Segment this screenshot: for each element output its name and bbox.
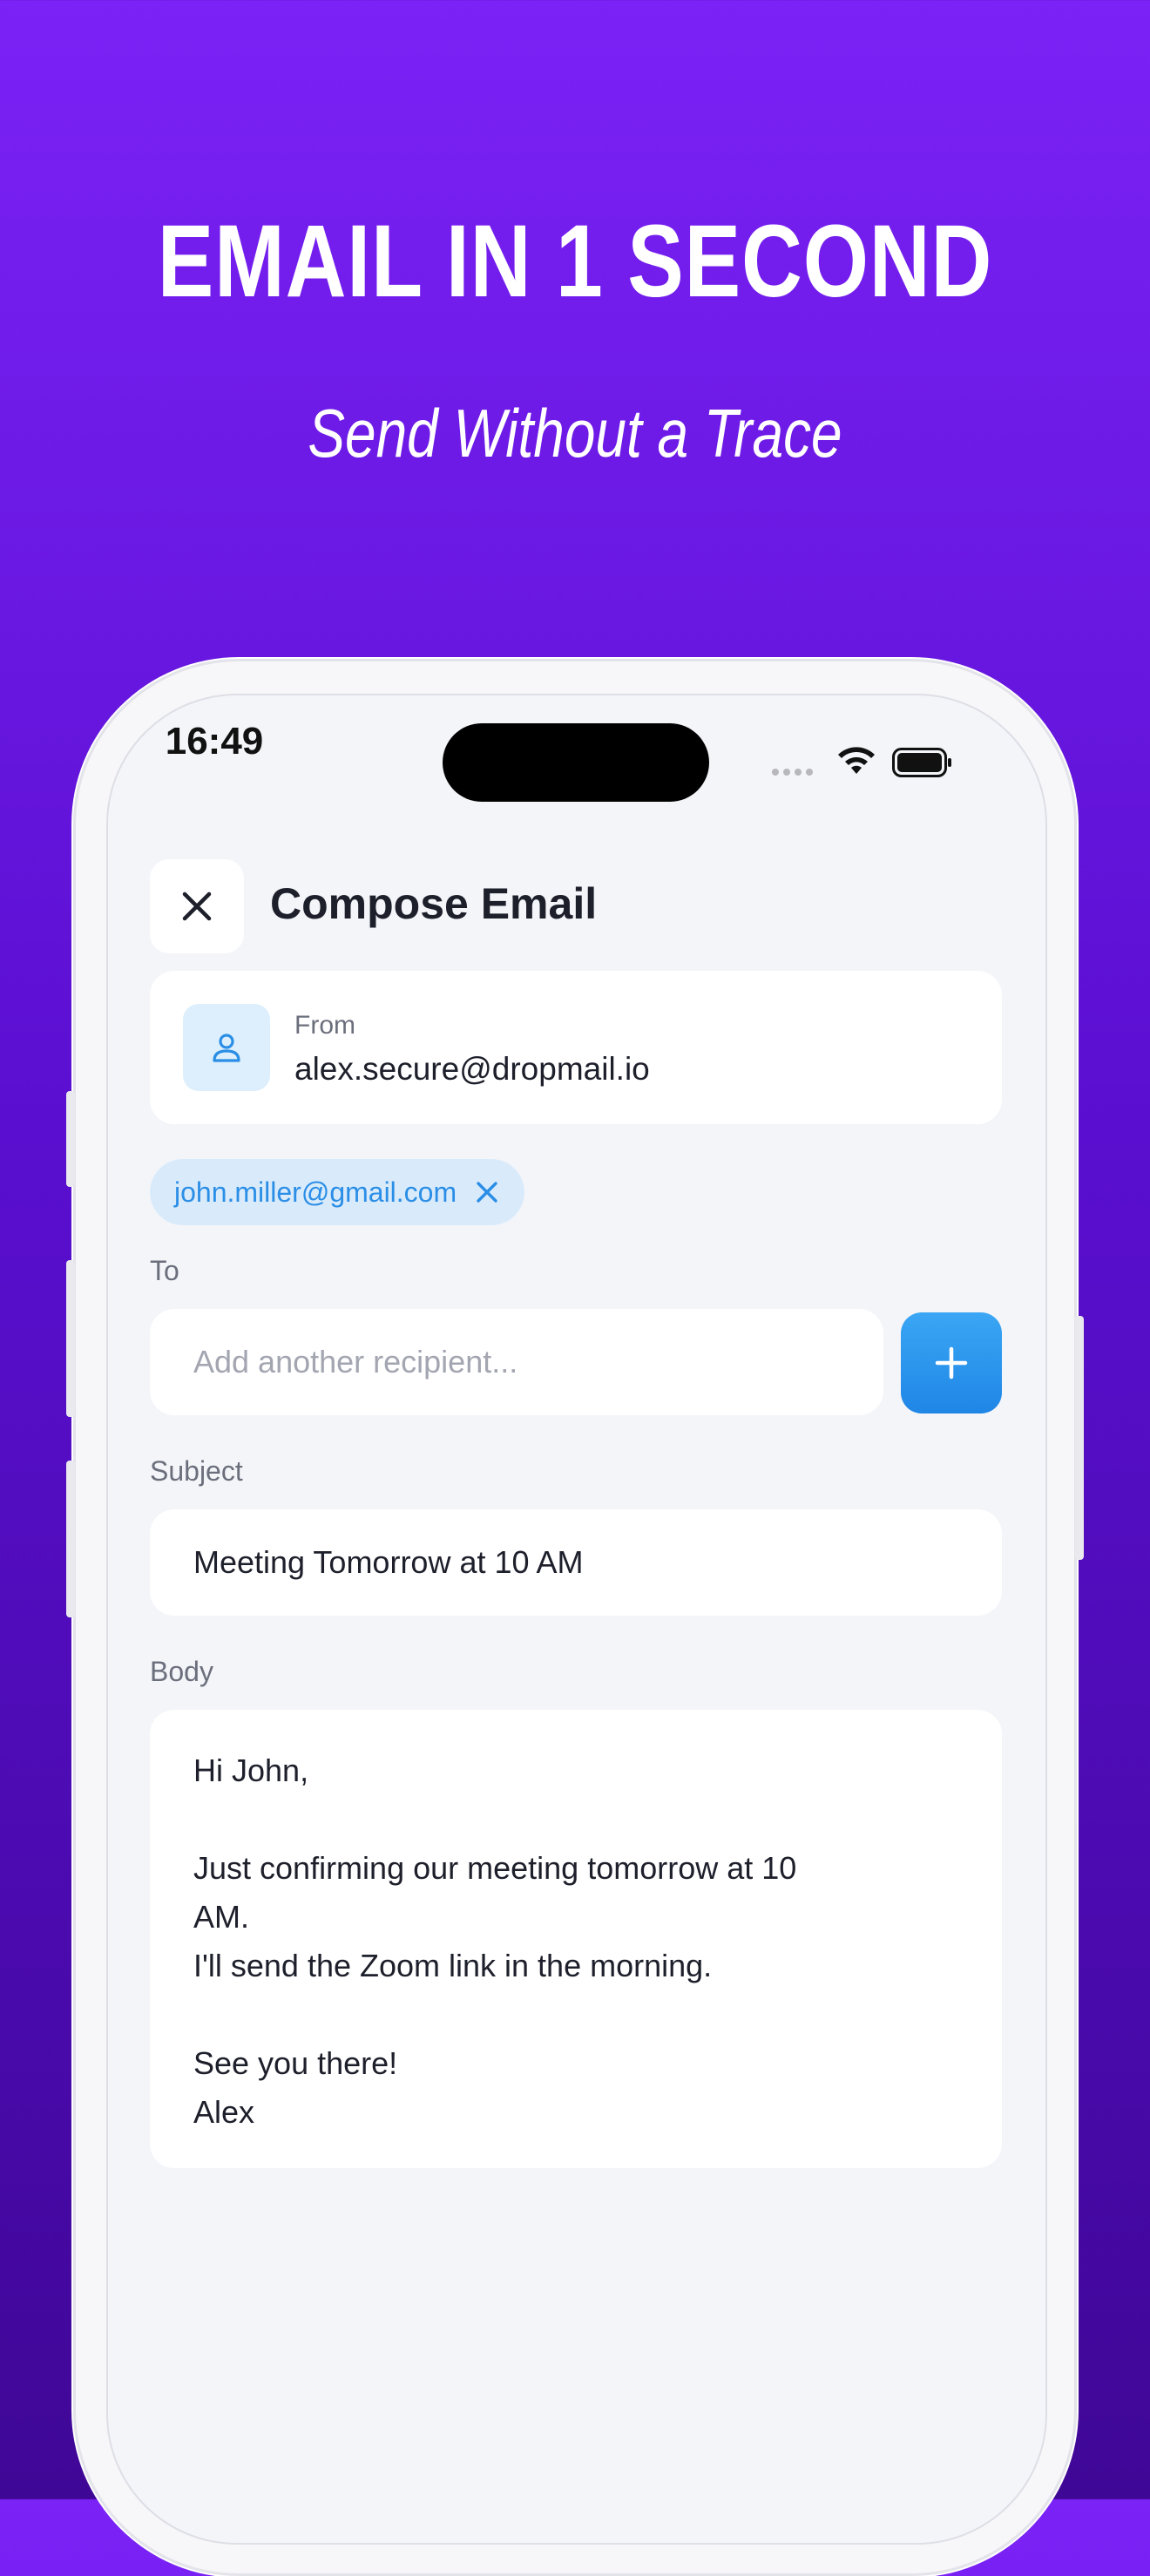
promo-headline: EMAIL IN 1 SECOND [157,204,993,319]
body-line: AM. [193,1899,250,1935]
recipient-input-placeholder: Add another recipient... [193,1344,518,1380]
dynamic-island [443,723,709,802]
phone-side-button [66,1260,75,1417]
close-button[interactable] [150,859,244,953]
from-card: From alex.secure@dropmail.io [150,971,1002,1124]
page-title: Compose Email [270,879,598,928]
add-recipient-button[interactable] [901,1312,1002,1413]
promo-subheadline: Send Without a Trace [308,395,842,471]
phone-side-button [66,1091,75,1187]
plus-icon [935,1346,968,1380]
recipient-chip[interactable]: john.miller@gmail.com [150,1159,525,1225]
from-address: alex.secure@dropmail.io [294,1051,650,1087]
battery-icon [892,748,951,777]
subject-input[interactable]: Meeting Tomorrow at 10 AM [150,1509,1002,1616]
body-line: I'll send the Zoom link in the morning. [193,1948,713,1983]
phone-side-button [66,1461,75,1617]
body-line [193,1990,958,2039]
close-icon[interactable] [476,1181,498,1203]
body-line: See you there! [193,2045,398,2081]
body-textarea[interactable]: Hi John, Just confirming our meeting tom… [150,1710,1002,2168]
wifi-icon [838,747,875,774]
recipient-input[interactable]: Add another recipient... [150,1309,883,1415]
cellular-signal-icon [772,769,813,776]
close-icon [182,891,212,921]
body-label: Body [150,1656,213,1687]
to-label: To [150,1255,179,1286]
body-line: Alex [193,2094,255,2130]
subject-label: Subject [150,1455,243,1487]
body-line: Hi John, [193,1752,309,1788]
subject-value: Meeting Tomorrow at 10 AM [193,1544,584,1580]
from-label: From [294,1011,355,1040]
sender-avatar [183,1004,270,1091]
body-line: Just confirming our meeting tomorrow at … [193,1850,797,1886]
user-icon [213,1034,240,1062]
status-time: 16:49 [165,720,264,763]
body-line [193,1795,958,1844]
recipient-chip-label: john.miller@gmail.com [174,1176,457,1208]
phone-side-button [1075,1316,1084,1560]
